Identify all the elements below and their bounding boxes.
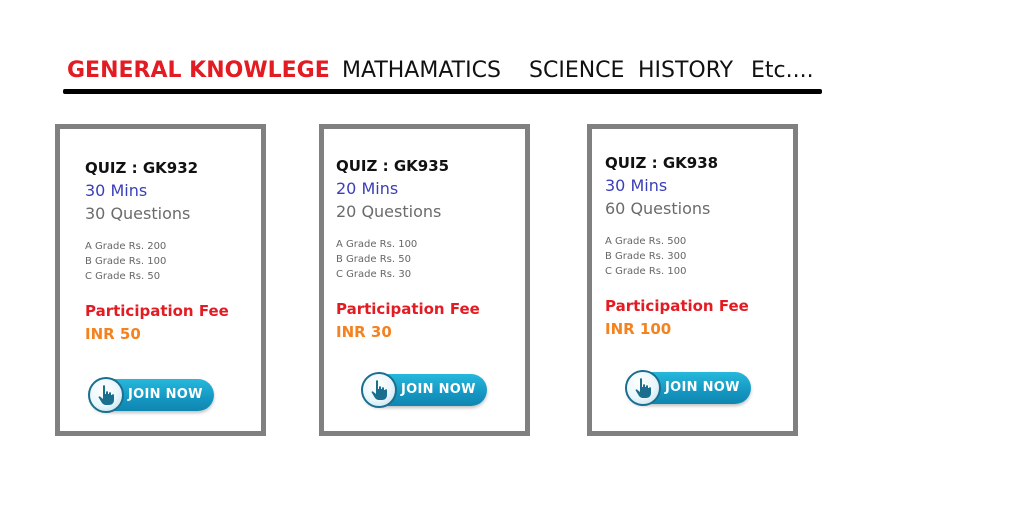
quiz-duration: 30 Mins: [605, 176, 668, 195]
quiz-title: QUIZ : GK938: [605, 154, 719, 172]
prize-grade-c: C Grade Rs. 100: [605, 266, 687, 277]
prize-list: A Grade Rs. 200 B Grade Rs. 100 C Grade …: [85, 239, 166, 284]
quiz-duration: 30 Mins: [85, 181, 148, 200]
prize-grade-b: B Grade Rs. 50: [336, 254, 411, 265]
join-now-button[interactable]: JOIN NOW: [88, 377, 214, 413]
participation-fee-value: INR 30: [336, 323, 392, 341]
prize-grade-b: B Grade Rs. 100: [85, 256, 167, 267]
pointing-hand-icon: [361, 372, 397, 408]
join-now-button[interactable]: JOIN NOW: [361, 372, 487, 408]
quiz-questions: 60 Questions: [605, 199, 711, 218]
join-now-label: JOIN NOW: [128, 387, 203, 402]
pointing-hand-icon: [625, 370, 661, 406]
tabs-underline: [63, 89, 822, 94]
join-now-button[interactable]: JOIN NOW: [625, 370, 751, 406]
pointing-hand-icon: [88, 377, 124, 413]
prize-grade-b: B Grade Rs. 300: [605, 251, 687, 262]
prize-grade-a: A Grade Rs. 100: [336, 239, 418, 250]
participation-fee-label: Participation Fee: [605, 297, 749, 315]
prize-grade-a: A Grade Rs. 500: [605, 236, 687, 247]
quiz-title: QUIZ : GK932: [85, 159, 199, 177]
participation-fee-label: Participation Fee: [85, 302, 229, 320]
join-now-label: JOIN NOW: [401, 382, 476, 397]
prize-grade-c: C Grade Rs. 50: [85, 271, 161, 282]
prize-list: A Grade Rs. 100 B Grade Rs. 50 C Grade R…: [336, 237, 417, 282]
prize-grade-c: C Grade Rs. 30: [336, 269, 412, 280]
tab-mathematics[interactable]: MATHAMATICS: [342, 57, 501, 85]
quiz-questions: 30 Questions: [85, 204, 191, 223]
tab-science[interactable]: SCIENCE: [529, 57, 624, 85]
quiz-title: QUIZ : GK935: [336, 157, 450, 175]
tab-etc[interactable]: Etc....: [751, 57, 814, 85]
tab-general-knowledge[interactable]: GENERAL KNOWLEGE: [67, 57, 330, 85]
quiz-questions: 20 Questions: [336, 202, 442, 221]
prize-list: A Grade Rs. 500 B Grade Rs. 300 C Grade …: [605, 234, 686, 279]
join-now-label: JOIN NOW: [665, 380, 740, 395]
participation-fee-value: INR 100: [605, 320, 672, 338]
quiz-duration: 20 Mins: [336, 179, 399, 198]
category-tabs: GENERAL KNOWLEGE MATHAMATICS SCIENCE HIS…: [0, 0, 1010, 100]
quiz-card: QUIZ : GK938 30 Mins 60 Questions A Grad…: [587, 124, 798, 436]
participation-fee-value: INR 50: [85, 325, 141, 343]
prize-grade-a: A Grade Rs. 200: [85, 241, 167, 252]
tab-history[interactable]: HISTORY: [638, 57, 733, 85]
quiz-card: QUIZ : GK935 20 Mins 20 Questions A Grad…: [319, 124, 530, 436]
quiz-card: QUIZ : GK932 30 Mins 30 Questions A Grad…: [55, 124, 266, 436]
participation-fee-label: Participation Fee: [336, 300, 480, 318]
